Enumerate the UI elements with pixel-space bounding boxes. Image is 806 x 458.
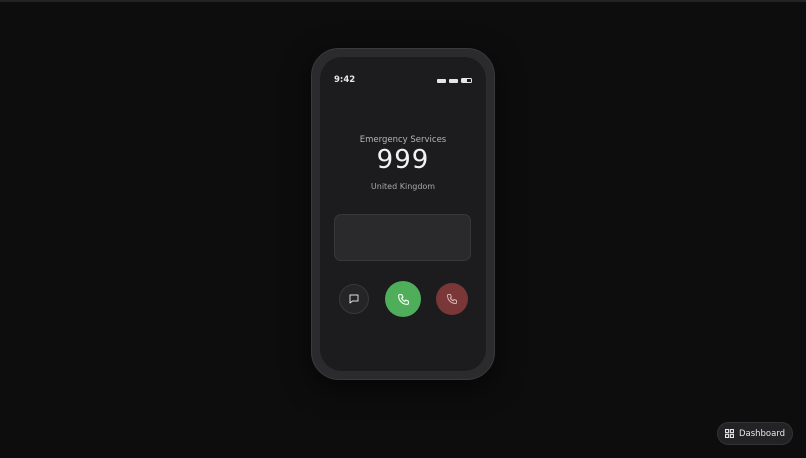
status-time: 9:42 — [334, 75, 356, 85]
caller-region: United Kingdom — [370, 182, 436, 191]
call-info-panel — [334, 214, 471, 261]
wifi-icon — [449, 78, 458, 83]
message-icon — [349, 294, 359, 304]
message-button[interactable] — [339, 284, 369, 314]
phone-end-icon — [447, 294, 457, 304]
phone-icon — [397, 293, 409, 305]
top-border — [0, 0, 806, 2]
end-call-button[interactable] — [436, 283, 468, 315]
caller-label: Emergency Services — [359, 135, 447, 145]
call-button[interactable] — [385, 281, 421, 317]
phone-screen: 9:42 Emergency Services 999 United Kingd… — [320, 57, 486, 371]
battery-icon — [461, 78, 472, 83]
phone-mockup: 9:42 Emergency Services 999 United Kingd… — [311, 48, 495, 380]
status-icons — [437, 78, 472, 83]
grid-icon — [724, 429, 734, 438]
caller-number: 999 — [376, 145, 430, 175]
dashboard-button[interactable]: Dashboard — [717, 422, 793, 445]
signal-icon — [437, 78, 446, 83]
dashboard-button-label: Dashboard — [738, 428, 786, 439]
